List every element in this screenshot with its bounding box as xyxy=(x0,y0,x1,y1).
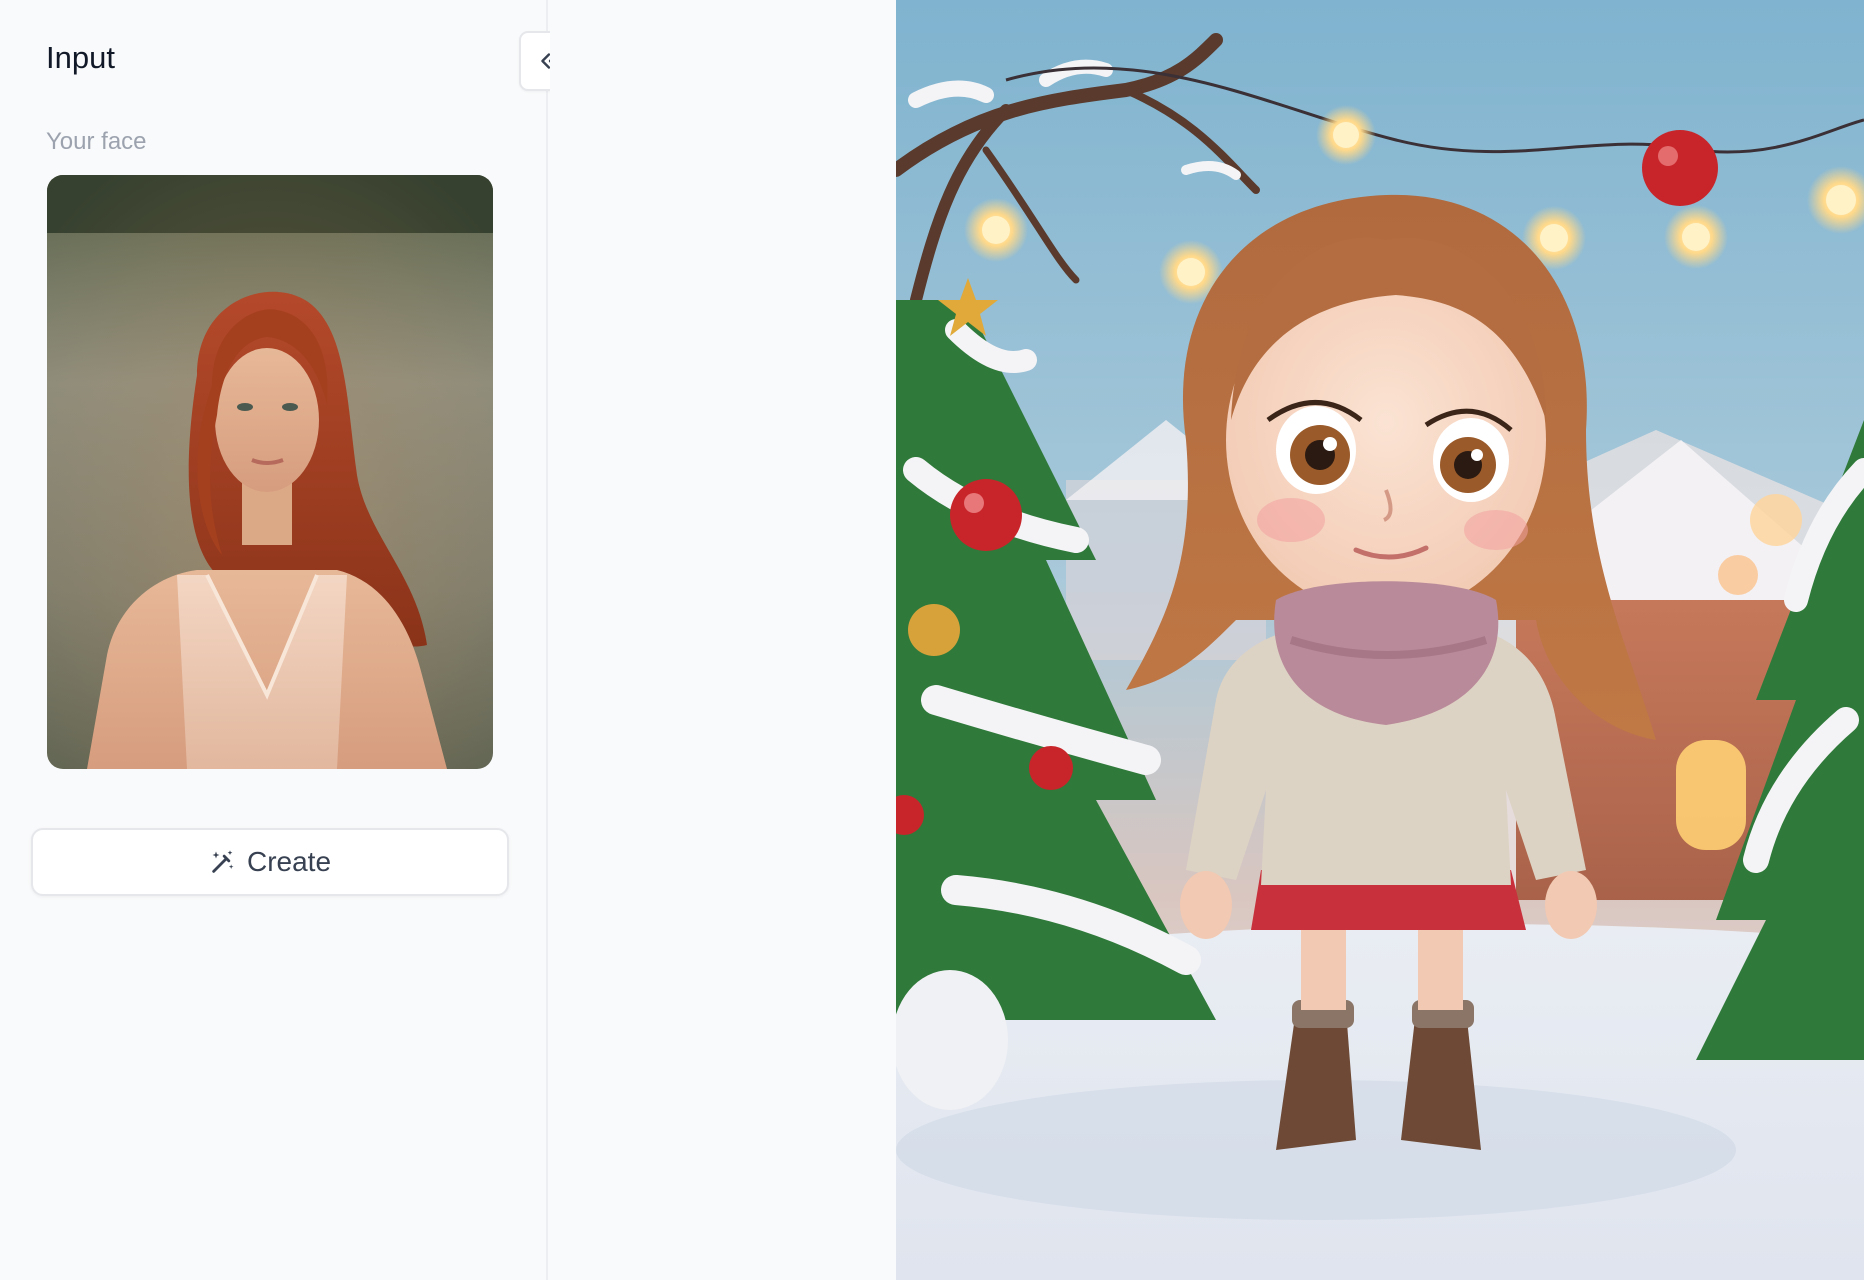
empty-canvas-area xyxy=(550,0,896,1280)
result-image-canvas xyxy=(896,0,1864,1280)
input-panel: Input Your face Create xyxy=(0,0,548,1280)
face-photo-image xyxy=(47,175,493,769)
face-label: Your face xyxy=(46,128,147,155)
face-photo[interactable] xyxy=(47,175,493,769)
app-root: Input Your face Create xyxy=(0,0,1864,1280)
result-image xyxy=(896,0,1864,1280)
create-button-label: Create xyxy=(246,846,332,877)
panel-title: Input xyxy=(46,40,115,75)
create-button[interactable]: Create xyxy=(31,828,509,896)
magic-wand-icon xyxy=(209,848,237,876)
